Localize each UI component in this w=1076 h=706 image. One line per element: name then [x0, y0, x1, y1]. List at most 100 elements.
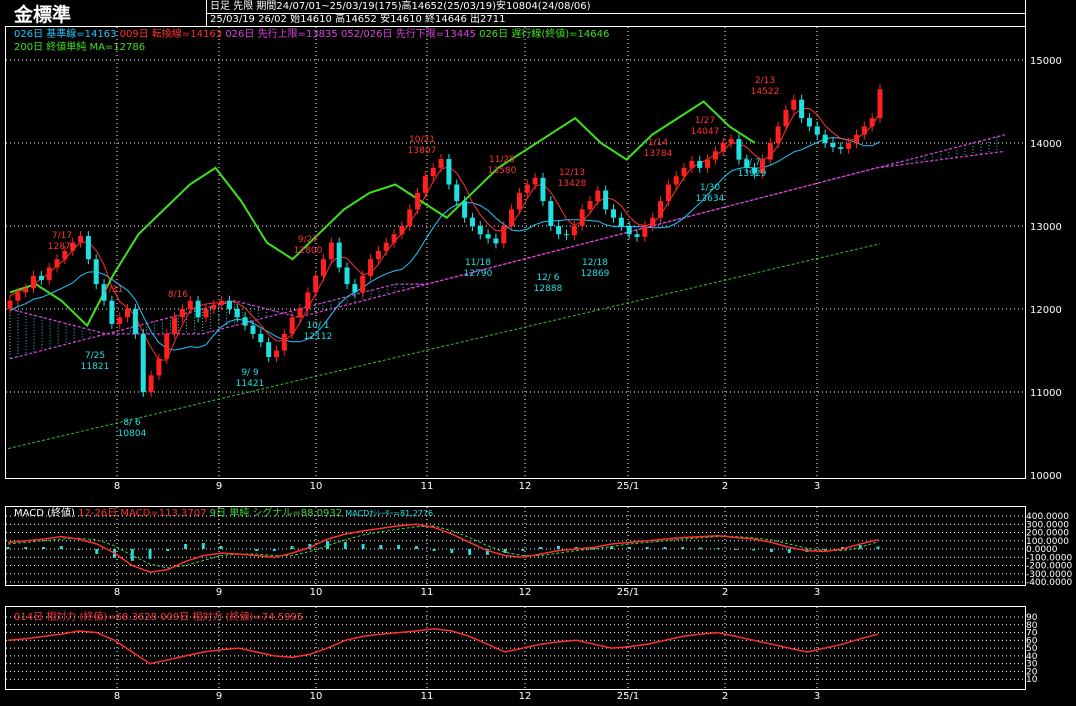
annotation-value: 12790: [464, 269, 493, 279]
candle-body: [681, 167, 687, 177]
candle-body: [179, 309, 185, 318]
candle-body: [289, 317, 295, 334]
candle-body: [250, 325, 256, 334]
candle-body: [454, 184, 460, 202]
candle-body: [736, 139, 742, 160]
candle-body: [548, 201, 554, 226]
candle-body: [830, 143, 836, 148]
macd-x-tick: 25/1: [617, 587, 639, 598]
candle-body: [783, 109, 789, 127]
candle-body: [634, 234, 640, 237]
macd-line: [7, 523, 879, 573]
candle-body: [493, 238, 499, 244]
candle-body: [524, 184, 530, 193]
candle-body: [712, 151, 718, 160]
macd-x-tick: 12: [519, 587, 532, 598]
candle-body: [446, 159, 452, 185]
candle-body: [689, 160, 695, 168]
candle-body: [172, 317, 178, 334]
candle-body: [665, 184, 671, 202]
chart-canvas: 8 9 10 11 12 25/1 2 3 15000 14000 13000 12000 11000 1…: [6, 27, 1072, 702]
rsi-x-tick: 8: [114, 691, 120, 702]
y-tick-label: 12000: [1030, 305, 1062, 316]
candle-body: [203, 309, 209, 318]
annotation-value: 13807: [408, 146, 437, 156]
candle-body: [352, 284, 358, 293]
candle-body: [415, 192, 421, 210]
candle-body: [587, 201, 593, 210]
annotation-date: 9/ 9: [241, 368, 259, 378]
candle-body: [78, 236, 84, 243]
candle-body: [7, 300, 13, 309]
annotation-date: 1/14: [648, 138, 668, 148]
annotation-value: 10804: [118, 429, 147, 439]
x-tick-label: 12: [519, 481, 532, 492]
candle-body: [117, 317, 123, 324]
candle-body: [258, 333, 264, 343]
senkou-b-line: [9, 150, 1006, 360]
annotation-value: 14522: [751, 87, 780, 97]
annotation-date: 8/ 6: [123, 418, 141, 428]
candle-body: [273, 350, 279, 358]
candle-body: [368, 259, 374, 276]
candle-body: [321, 259, 327, 276]
candle-body: [164, 333, 170, 359]
annotation-date: 10/ 1: [306, 321, 329, 331]
candle-body: [728, 139, 734, 143]
candle-body: [477, 226, 483, 235]
candle-body: [571, 226, 577, 236]
rsi-x-tick: 3: [814, 691, 820, 702]
candle-body: [603, 190, 609, 210]
candle-body: [148, 375, 154, 392]
annotation-date: 9/27: [298, 235, 318, 245]
annotation-date: 1/27: [695, 116, 715, 126]
annotation-value: 13580: [488, 166, 517, 176]
annotation-date: 7/31: [103, 285, 123, 295]
candle-body: [266, 342, 272, 358]
candle-body: [642, 226, 648, 237]
candle-body: [462, 201, 468, 218]
annotation-date: 12/13: [559, 168, 585, 178]
candle-body: [618, 217, 624, 226]
candle-body: [626, 226, 632, 235]
annotation-value: 14047: [691, 127, 720, 137]
candle-body: [23, 288, 29, 293]
rsi14-line: [7, 627, 879, 665]
x-tick-label: 11: [421, 481, 434, 492]
candle-body: [399, 226, 405, 235]
x-tick-label: 2: [722, 481, 728, 492]
candle-body: [140, 333, 146, 392]
candle-body: [869, 118, 875, 127]
candle-body: [15, 292, 21, 301]
candle-body: [38, 275, 44, 280]
y-tick-label: 15000: [1030, 56, 1062, 67]
candle-body: [595, 190, 601, 202]
macd-x-tick: 2: [722, 587, 728, 598]
annotation-value: 13929: [738, 169, 767, 179]
macd-x-tick: 11: [421, 587, 434, 598]
candle-body: [328, 242, 334, 260]
annotation-value: 11821: [81, 362, 110, 372]
candle-body: [658, 201, 664, 218]
candle-body: [46, 267, 52, 280]
candle-body: [336, 242, 342, 268]
candle-body: [673, 176, 679, 185]
annotation-value: 13634: [696, 194, 725, 204]
candle-body: [501, 226, 507, 244]
annotation-value: 13784: [644, 149, 673, 159]
x-tick-label: 25/1: [617, 481, 639, 492]
candle-body: [705, 159, 711, 168]
candle-body: [861, 126, 867, 135]
x-tick-label: 8: [114, 481, 120, 492]
candle-body: [281, 333, 287, 351]
candle-body: [799, 99, 805, 119]
annotation-date: 7/25: [85, 351, 105, 361]
candle-body: [93, 259, 99, 285]
candle-body: [877, 89, 883, 119]
candle-body: [611, 209, 617, 218]
candle-body: [242, 317, 248, 326]
annotation-date: 8/16: [168, 290, 188, 300]
macd-x-tick: 3: [814, 587, 820, 598]
annotation-date: 12/ 6: [536, 273, 559, 283]
candle-body: [187, 300, 193, 309]
